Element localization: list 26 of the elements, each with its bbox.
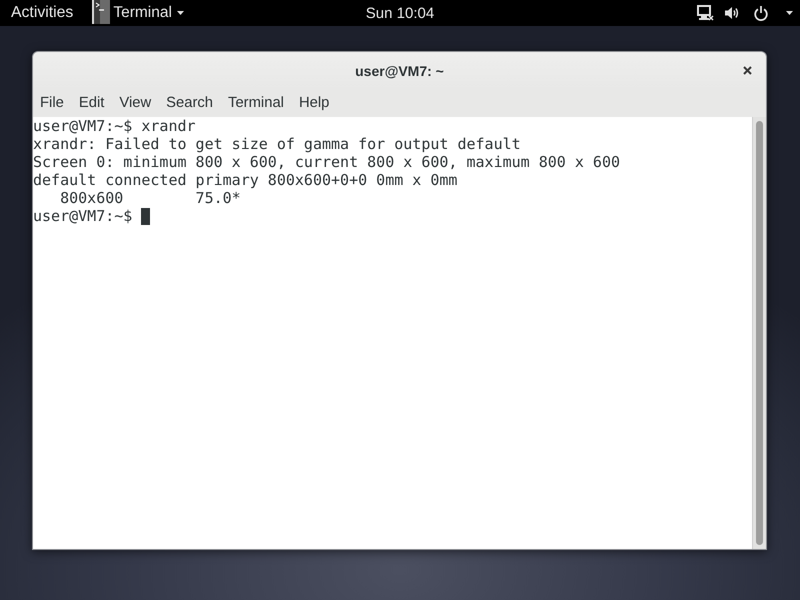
terminal-line: 800x600 75.0* [59,189,241,207]
caret-icon [176,11,184,15]
terminal-icon [92,0,110,24]
app-menu-button[interactable]: Terminal [92,0,184,26]
network-icon [697,5,714,21]
volume-icon [725,6,740,20]
terminal-line: xrandr: Failed to get size of gamma for output default [33,135,521,153]
caret-icon [786,11,793,15]
menu-item[interactable]: View [115,93,156,113]
terminal-line: Screen 0: minimum 800 x 600, current 800 x 600, maximum 800 x 600 [33,153,620,171]
scrollbar-thumb[interactable] [756,121,763,545]
menu-item[interactable]: Search [162,93,218,113]
terminal-line: user@VM7:~$ [33,207,134,225]
clock-button[interactable]: Sun 10:04 [360,0,440,26]
text-cursor [141,208,150,224]
terminal-line: user@VM7:~$ xrandr [33,117,196,135]
activities-button[interactable]: Activities [0,0,80,26]
menu-item[interactable]: File [36,93,68,113]
scrollbar-track[interactable] [752,117,766,549]
menu-item[interactable]: Help [294,93,334,113]
close-icon [742,66,752,75]
menu-item[interactable]: Terminal [224,93,288,113]
menu-item[interactable]: Edit [74,93,108,113]
terminal-line: default connected primary 800x600+0+0 0mm x 0mm [33,171,458,189]
power-icon [754,6,768,20]
window-title: user@VM7: ~ [355,62,444,78]
